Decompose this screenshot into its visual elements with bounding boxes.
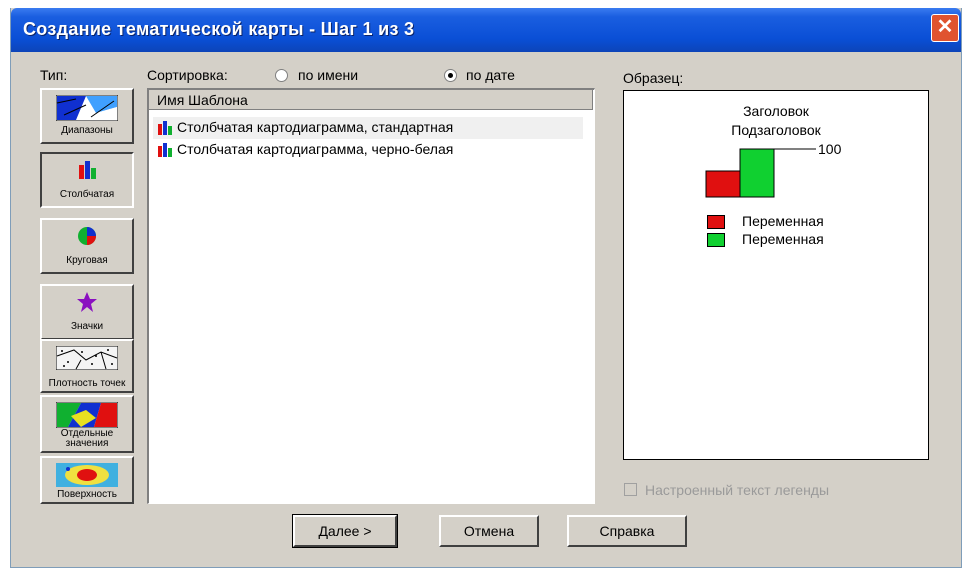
template-list-header[interactable]: Имя Шаблона <box>149 90 593 110</box>
sample-bar-chart <box>705 148 816 198</box>
type-label-individual-values: Отдельные значения <box>60 428 114 449</box>
pie-chart-icon <box>78 227 96 245</box>
sample-preview: Заголовок Подзаголовок 100 Переменная Пе… <box>623 90 929 460</box>
type-individual-values-button[interactable]: Отдельные значения <box>40 395 134 453</box>
type-label-dot-density: Плотность точек <box>48 378 126 389</box>
sort-by-date-radio[interactable] <box>444 69 457 82</box>
list-item[interactable]: Столбчатая картодиаграмма, стандартная <box>153 117 583 139</box>
sort-by-name-radio[interactable] <box>275 69 288 82</box>
screen-border <box>0 0 10 569</box>
star-icon <box>77 292 97 312</box>
ranges-icon <box>56 95 118 121</box>
next-button[interactable]: Далее > <box>292 514 398 548</box>
type-label-ranges: Диапазоны <box>61 125 113 136</box>
bar-chart-icon <box>158 143 172 157</box>
legend-label: Переменная <box>742 231 824 247</box>
sample-label: Образец: <box>623 70 684 86</box>
sort-by-date-label[interactable]: по дате <box>466 67 515 83</box>
custom-legend-label: Настроенный текст легенды <box>645 482 830 498</box>
dot-density-icon <box>56 346 118 370</box>
sort-by-name-label[interactable]: по имени <box>298 67 358 83</box>
type-ranges-button[interactable]: Диапазоны <box>40 88 134 144</box>
sample-subtitle: Подзаголовок <box>731 122 821 138</box>
legend-swatch-green <box>707 233 725 247</box>
bar-chart-icon <box>158 121 172 135</box>
type-bar-button[interactable]: Столбчатая <box>40 152 134 208</box>
type-label-bar: Столбчатая <box>59 189 115 200</box>
list-item-label: Столбчатая картодиаграмма, стандартная <box>177 119 454 135</box>
template-list[interactable]: Имя Шаблона Столбчатая картодиаграмма, с… <box>147 88 595 504</box>
type-label-symbols: Значки <box>70 321 104 332</box>
close-button[interactable]: ✕ <box>931 14 959 42</box>
template-name-column-label: Имя Шаблона <box>157 92 248 108</box>
sort-label: Сортировка: <box>147 67 228 83</box>
help-button[interactable]: Справка <box>567 515 687 547</box>
type-label-surface: Поверхность <box>57 489 117 500</box>
type-pie-button[interactable]: Круговая <box>40 218 134 274</box>
sample-value-label: 100 <box>818 141 842 157</box>
radio-selected-dot <box>448 73 453 78</box>
individual-values-icon <box>56 402 118 428</box>
type-dot-density-button[interactable]: Плотность точек <box>40 339 134 393</box>
legend-swatch-red <box>707 215 725 229</box>
surface-icon <box>56 463 118 487</box>
custom-legend-checkbox[interactable] <box>624 483 637 496</box>
list-item[interactable]: Столбчатая картодиаграмма, черно-белая <box>153 139 583 161</box>
sample-title: Заголовок <box>743 103 809 119</box>
type-symbols-button[interactable]: Значки <box>40 284 134 340</box>
legend-label: Переменная <box>742 213 824 229</box>
cancel-button[interactable]: Отмена <box>439 515 539 547</box>
type-label-pie: Круговая <box>66 255 108 266</box>
window-title: Создание тематической карты - Шаг 1 из 3 <box>23 19 415 39</box>
list-item-label: Столбчатая картодиаграмма, черно-белая <box>177 141 454 157</box>
dialog-window: Создание тематической карты - Шаг 1 из 3… <box>10 8 962 568</box>
bar-chart-icon <box>79 161 96 179</box>
type-label: Тип: <box>40 67 68 83</box>
title-bar[interactable]: Создание тематической карты - Шаг 1 из 3… <box>11 8 961 52</box>
type-surface-button[interactable]: Поверхность <box>40 456 134 504</box>
